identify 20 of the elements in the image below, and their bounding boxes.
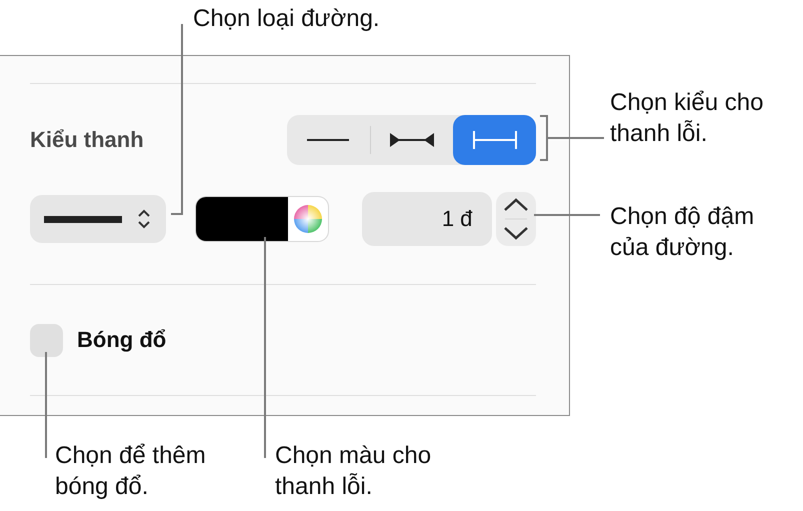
- callout-text: Chọn loại đường.: [193, 4, 380, 34]
- callout-text: Chọn để thêm bóng đổ.: [55, 441, 206, 502]
- up-down-chevron-icon: [138, 209, 150, 229]
- color-wheel-icon: [292, 204, 323, 234]
- checkbox-label: Bóng đổ: [77, 327, 166, 353]
- line-type-popup[interactable]: [30, 195, 166, 243]
- leader-line: [539, 115, 605, 161]
- up-down-chevron-icon: [503, 197, 530, 241]
- plain-line-icon: [307, 138, 350, 142]
- shadow-checkbox[interactable]: [30, 324, 63, 356]
- callout-text: Chọn độ đậm của đường.: [610, 202, 754, 263]
- inward-arrows-icon: [390, 132, 434, 148]
- callout-text: Chọn màu cho thanh lỗi.: [275, 441, 432, 502]
- leader-line: [534, 214, 600, 216]
- section-label: Kiểu thanh: [30, 127, 144, 153]
- color-well[interactable]: [196, 197, 328, 241]
- line-width-field[interactable]: 1 đ: [362, 192, 492, 246]
- capped-line-icon: [472, 131, 517, 149]
- callout-text: Chọn kiểu cho thanh lỗi.: [610, 88, 764, 149]
- stepper[interactable]: [496, 192, 536, 246]
